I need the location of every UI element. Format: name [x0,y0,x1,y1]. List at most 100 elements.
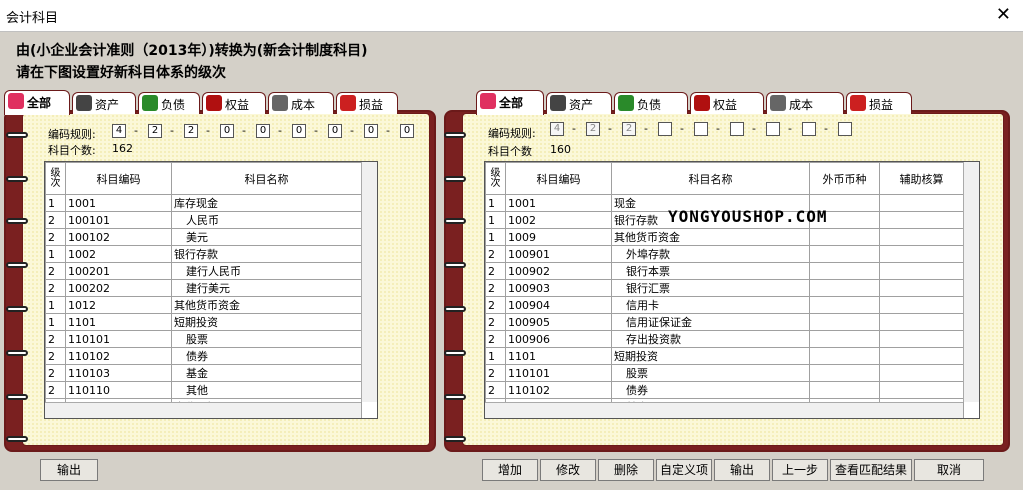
right-rule-6[interactable] [766,122,780,136]
binder-ring [444,350,466,356]
table-row[interactable]: 2 110102 债券 [45,347,362,365]
table-row[interactable]: 2 100101 人民币 [45,211,362,229]
right-account-table[interactable]: 级次 科目编码 科目名称 外币币种 辅助核算 1 1001 现金 1 1002 银行存款 1 1009 其… [484,161,980,419]
right-cell: 100905 [505,313,612,331]
table-row[interactable]: 1 1001 库存现金 [45,194,362,212]
table-row[interactable]: 2 100905 信用证保证金 [485,313,964,331]
add-button[interactable]: 增加 [482,459,538,481]
table-row[interactable]: 2 100902 银行本票 [485,262,964,280]
table-row[interactable]: 2 110101 股票 [45,330,362,348]
left-tab-4[interactable]: 成本 [268,92,334,114]
table-row[interactable]: 2 100904 信用卡 [485,296,964,314]
binder-ring [6,394,28,400]
output-button[interactable]: 输出 [714,459,770,481]
table-row[interactable]: 2110110其他 [45,381,362,399]
left-cell: 短期投资 [171,313,362,331]
right-cell [879,381,964,399]
left-cell: 1101 [65,313,172,331]
left-cell: 1001 [65,194,172,212]
left-rule-1[interactable]: 2 [148,124,162,138]
right-cell [809,364,880,382]
left-tab-1[interactable]: 资产 [72,92,136,114]
custom-item-button[interactable]: 自定义项 [656,459,712,481]
right-rule-8[interactable] [838,122,852,136]
left-cell: 库存现金 [171,194,362,212]
right-tab-label: 成本 [789,98,814,112]
right-tab-0[interactable]: 全部 [476,90,544,115]
table-row[interactable]: 2 100202 建行美元 [45,279,362,297]
output-button-left[interactable]: 输出 [40,459,98,481]
table-row[interactable]: 1 1009 其他货币资金 [485,228,964,246]
right-rule-3[interactable] [658,122,672,136]
left-rule-8[interactable]: 0 [400,124,414,138]
table-row[interactable]: 2 100903 银行汇票 [485,279,964,297]
right-rule-7[interactable] [802,122,816,136]
right-rule-1[interactable]: 2 [586,122,600,136]
binder-ring [444,306,466,312]
right-cell [809,381,880,399]
right-cell [809,296,880,314]
left-vertical-scrollbar[interactable] [361,162,377,402]
right-tab-3[interactable]: 权益 [690,92,764,114]
left-column-header[interactable]: 科目编码 [65,162,172,195]
table-row[interactable]: 2 100201 建行人民币 [45,262,362,280]
right-cell: 2 [485,279,506,297]
view-match-result-button[interactable]: 查看匹配结果 [830,459,912,481]
right-column-header[interactable]: 科目名称 [611,162,810,195]
table-row[interactable]: 2 110101 股票 [485,364,964,382]
left-rule-5[interactable]: 0 [292,124,306,138]
modify-button[interactable]: 修改 [540,459,596,481]
rule-separator: - [572,122,576,135]
right-rule-0[interactable]: 4 [550,122,564,136]
right-column-header[interactable]: 科目编码 [505,162,612,195]
left-tab-3[interactable]: 权益 [202,92,266,114]
left-horizontal-scrollbar[interactable] [45,402,361,418]
close-icon[interactable]: ✕ [996,4,1011,25]
delete-button[interactable]: 删除 [598,459,654,481]
right-horizontal-scrollbar[interactable] [485,402,963,418]
left-rule-7[interactable]: 0 [364,124,378,138]
right-cell [809,347,880,365]
right-rule-5[interactable] [730,122,744,136]
right-tab-4[interactable]: 成本 [766,92,844,114]
right-rule-2[interactable]: 2 [622,122,636,136]
cancel-button[interactable]: 取消 [914,459,984,481]
left-tab-0[interactable]: 全部 [4,90,70,115]
table-row[interactable]: 2 100901 外埠存款 [485,245,964,263]
right-tab-2[interactable]: 负债 [614,92,688,114]
right-cell: 债券 [611,381,810,399]
right-column-header[interactable]: 外币币种 [809,162,880,195]
left-rule-6[interactable]: 0 [328,124,342,138]
left-tab-5[interactable]: 损益 [336,92,398,114]
right-rule-4[interactable] [694,122,708,136]
left-tab-2[interactable]: 负债 [138,92,200,114]
table-row[interactable]: 2110103基金 [45,364,362,382]
left-rule-2[interactable]: 2 [184,124,198,138]
right-tab-1[interactable]: 资产 [546,92,612,114]
left-column-header[interactable]: 科目名称 [171,162,362,195]
right-column-header[interactable]: 辅助核算 [879,162,964,195]
right-column-header[interactable]: 级次 [485,162,506,195]
right-cell [809,228,880,246]
table-row[interactable]: 1 1101 短期投资 [45,313,362,331]
right-vertical-scrollbar[interactable] [963,162,979,402]
left-account-table[interactable]: 级次 科目编码 科目名称 1 1001 库存现金 2 100101 人民币 2 100102 美元 1 1… [44,161,378,419]
table-row[interactable]: 2 110102 债券 [485,381,964,399]
right-cell: 2 [485,330,506,348]
right-tab-label: 权益 [713,98,738,112]
left-column-header[interactable]: 级次 [45,162,66,195]
rule-separator: - [134,124,138,137]
left-rule-3[interactable]: 0 [220,124,234,138]
left-cell: 股票 [171,330,362,348]
table-row[interactable]: 1 1002 银行存款 [45,245,362,263]
left-rule-0[interactable]: 4 [112,124,126,138]
right-tab-5[interactable]: 损益 [846,92,912,114]
left-rule-4[interactable]: 0 [256,124,270,138]
title-bar: 会计科目 ✕ [0,0,1023,32]
table-row[interactable]: 1 1012 其他货币资金 [45,296,362,314]
right-cell [809,279,880,297]
previous-step-button[interactable]: 上一步 [772,459,828,481]
table-row[interactable]: 1 1101 短期投资 [485,347,964,365]
table-row[interactable]: 2 100102 美元 [45,228,362,246]
table-row[interactable]: 2 100906 存出投资款 [485,330,964,348]
